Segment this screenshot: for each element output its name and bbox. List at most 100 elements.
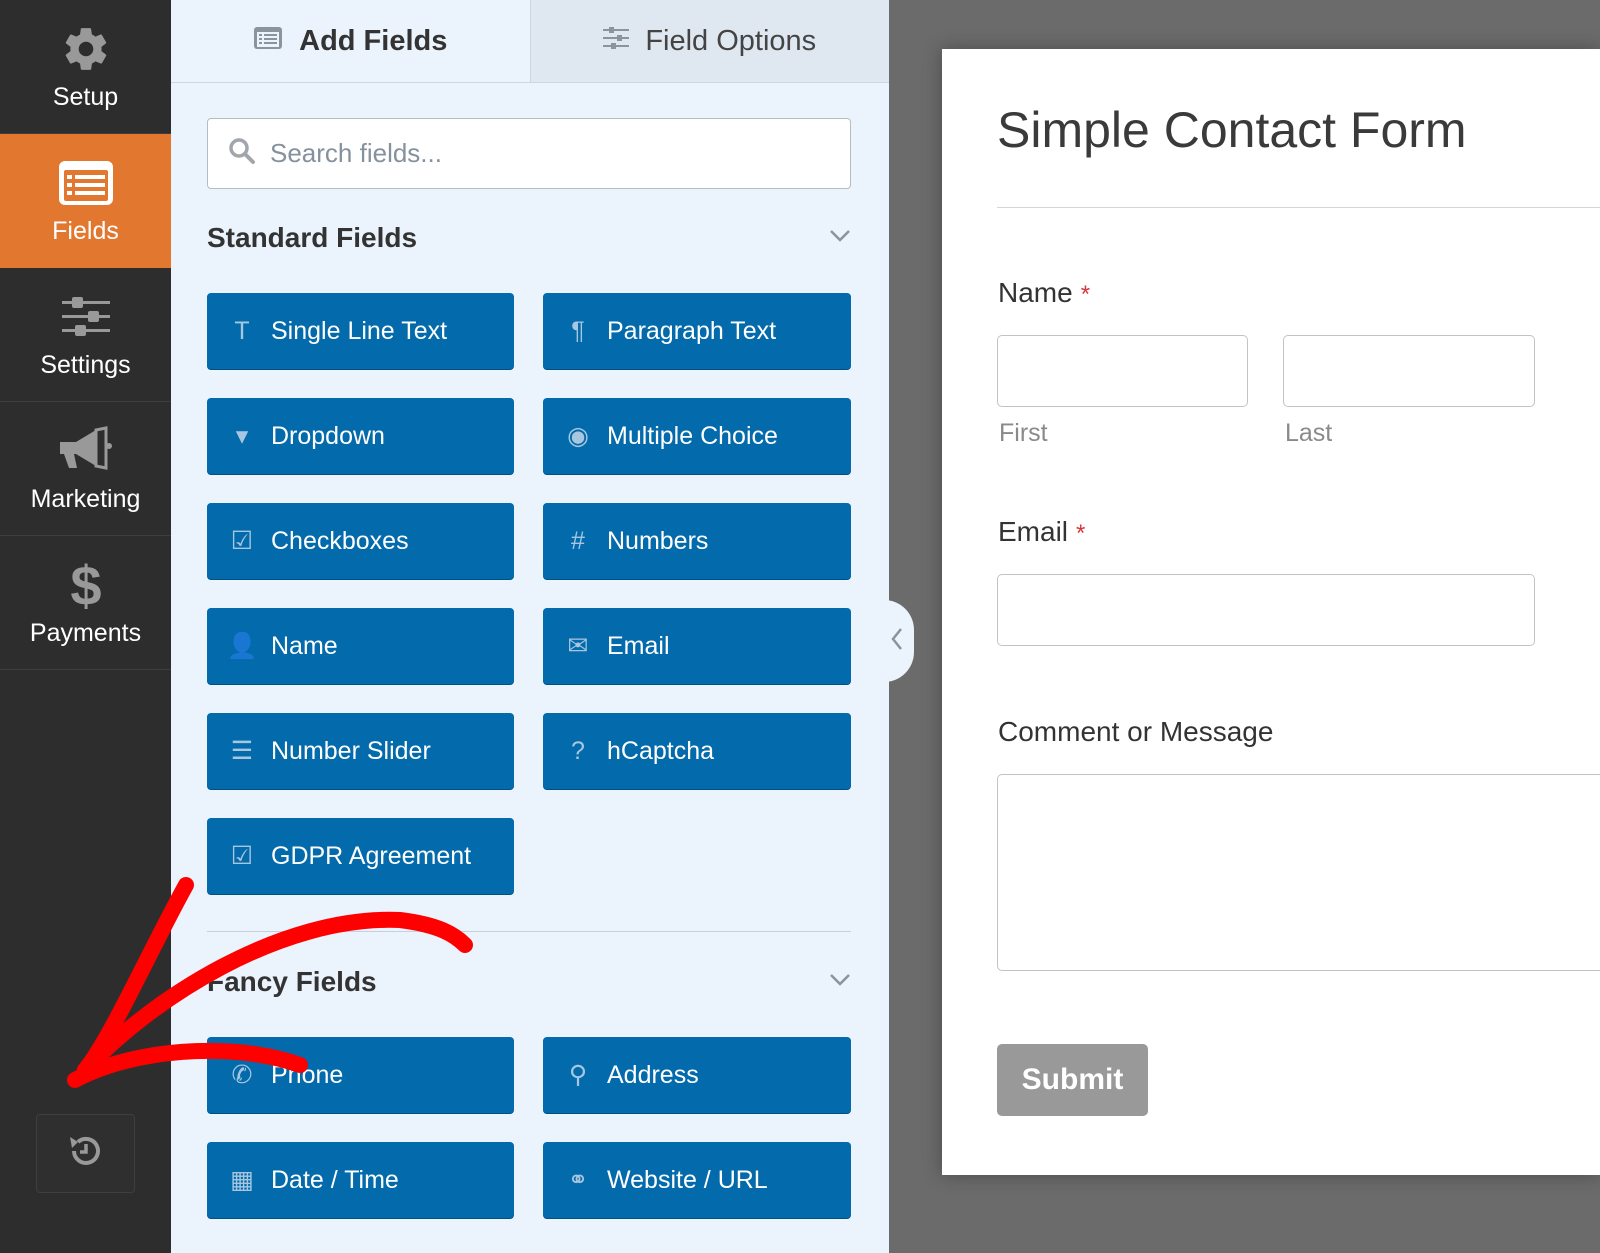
- label-text: Name: [998, 277, 1073, 308]
- checkbox-icon: ☑: [230, 842, 254, 870]
- sliders-icon: [603, 25, 630, 58]
- sidebar-item-settings[interactable]: Settings: [0, 268, 171, 402]
- tab-field-options[interactable]: Field Options: [529, 0, 889, 82]
- sidebar-item-label: Payments: [29, 619, 142, 647]
- dollar-icon: $: [58, 557, 114, 613]
- field-button-date-time[interactable]: ▦ Date / Time: [207, 1142, 514, 1218]
- message-field-label: Comment or Message: [998, 716, 1274, 747]
- field-button-paragraph-text[interactable]: ¶ Paragraph Text: [543, 293, 851, 369]
- chevron-down-icon: [829, 973, 851, 992]
- phone-icon: ✆: [231, 1061, 253, 1089]
- email-field-label: Email *: [998, 516, 1085, 548]
- gear-icon: [58, 21, 114, 77]
- sidebar-item-label: Fields: [52, 217, 119, 245]
- field-button-checkboxes[interactable]: ☑ Checkboxes: [207, 503, 514, 579]
- user-icon: 👤: [226, 631, 258, 660]
- slider-icon: ☰: [230, 737, 254, 765]
- collapse-panel-button[interactable]: [880, 600, 914, 682]
- calendar-icon: ▦: [230, 1166, 254, 1194]
- field-button-name[interactable]: 👤 Name: [207, 608, 514, 684]
- field-button-website-url[interactable]: ⚭ Website / URL: [543, 1142, 851, 1218]
- sidebar-item-setup[interactable]: Setup: [0, 0, 171, 134]
- sliders-icon: [58, 289, 114, 345]
- field-button-hcaptcha[interactable]: ? hCaptcha: [543, 713, 851, 789]
- hash-icon: #: [571, 526, 585, 555]
- panel-tabs: Add Fields Field Options: [171, 0, 889, 83]
- email-input[interactable]: [997, 574, 1535, 646]
- field-button-single-line-text[interactable]: T Single Line Text: [207, 293, 514, 369]
- sidebar-item-label: Setup: [52, 83, 119, 111]
- question-circle-icon: ?: [571, 736, 585, 765]
- field-button-label: hCaptcha: [607, 736, 715, 765]
- standard-fields-grid: T Single Line Text ¶ Paragraph Text ▾ Dropdow…: [207, 293, 851, 894]
- section-divider: [207, 931, 851, 932]
- field-button-label: Number Slider: [271, 736, 431, 765]
- name-field-label: Name *: [998, 277, 1090, 309]
- svg-text:$: $: [70, 557, 101, 613]
- list-icon: [253, 25, 283, 58]
- radio-icon: ◉: [567, 422, 589, 450]
- sidebar-item-fields[interactable]: Fields: [0, 134, 171, 268]
- field-button-label: Paragraph Text: [607, 316, 777, 345]
- builder-sidebar: Setup Fields Settings Marketing $ Paymen…: [0, 0, 171, 1253]
- search-icon: [228, 137, 256, 170]
- revision-history-icon: [66, 1131, 106, 1176]
- field-button-label: Email: [607, 631, 670, 660]
- megaphone-icon: [58, 423, 114, 479]
- envelope-icon: ✉: [567, 632, 589, 660]
- field-button-label: Checkboxes: [271, 526, 409, 555]
- sidebar-item-payments[interactable]: $ Payments: [0, 536, 171, 670]
- tab-label: Field Options: [645, 24, 817, 57]
- map-pin-icon: ⚲: [568, 1061, 588, 1089]
- field-button-numbers[interactable]: # Numbers: [543, 503, 851, 579]
- field-button-label: Website / URL: [607, 1165, 768, 1194]
- label-text: Email: [998, 516, 1069, 547]
- field-button-label: Dropdown: [271, 421, 385, 450]
- field-button-label: Phone: [271, 1060, 344, 1089]
- fields-panel: Add Fields Field Options Standard Fields…: [171, 0, 889, 1253]
- field-button-multiple-choice[interactable]: ◉ Multiple Choice: [543, 398, 851, 474]
- chevron-left-icon: [890, 627, 904, 656]
- text-cursor-icon: T: [234, 316, 250, 345]
- required-mark: *: [1080, 281, 1091, 308]
- section-title: Fancy Fields: [207, 966, 377, 997]
- title-divider: [997, 207, 1600, 208]
- field-button-label: Multiple Choice: [607, 421, 778, 450]
- sidebar-item-marketing[interactable]: Marketing: [0, 402, 171, 536]
- field-button-phone[interactable]: ✆ Phone: [207, 1037, 514, 1113]
- required-mark: *: [1076, 520, 1086, 547]
- field-button-dropdown[interactable]: ▾ Dropdown: [207, 398, 514, 474]
- first-sublabel: First: [999, 419, 1048, 447]
- last-sublabel: Last: [1285, 419, 1333, 447]
- link-icon: ⚭: [567, 1166, 589, 1194]
- field-button-label: Address: [607, 1060, 699, 1089]
- last-name-input[interactable]: [1283, 335, 1535, 407]
- field-button-address[interactable]: ⚲ Address: [543, 1037, 851, 1113]
- revision-history-button[interactable]: [36, 1114, 135, 1193]
- standard-fields-header[interactable]: Standard Fields: [207, 222, 851, 254]
- sidebar-item-label: Marketing: [30, 485, 141, 513]
- first-name-input[interactable]: [997, 335, 1248, 407]
- search-input[interactable]: [270, 138, 830, 169]
- field-button-label: Name: [271, 631, 338, 660]
- search-box: [207, 118, 851, 189]
- checkbox-icon: ☑: [230, 527, 254, 555]
- sidebar-item-label: Settings: [40, 351, 131, 379]
- submit-button[interactable]: Submit: [997, 1044, 1148, 1116]
- dropdown-icon: ▾: [235, 422, 249, 450]
- tab-add-fields[interactable]: Add Fields: [171, 0, 530, 82]
- message-textarea[interactable]: [997, 774, 1600, 971]
- field-button-label: Single Line Text: [271, 316, 448, 345]
- field-button-number-slider[interactable]: ☰ Number Slider: [207, 713, 514, 789]
- field-button-gdpr-agreement[interactable]: ☑ GDPR Agreement: [207, 818, 514, 894]
- field-button-label: Date / Time: [271, 1165, 399, 1194]
- fields-list-icon: [58, 155, 114, 211]
- fancy-fields-header[interactable]: Fancy Fields: [207, 966, 851, 998]
- form-preview: Simple Contact Form Name * First Last Ema…: [942, 49, 1600, 1175]
- field-button-email[interactable]: ✉ Email: [543, 608, 851, 684]
- form-title: Simple Contact Form: [997, 102, 1467, 158]
- field-button-label: GDPR Agreement: [271, 841, 472, 870]
- tab-label: Add Fields: [299, 24, 448, 57]
- chevron-down-icon: [829, 229, 851, 248]
- fancy-fields-grid: ✆ Phone ⚲ Address ▦ Date / Time ⚭ Website / URL: [207, 1037, 851, 1218]
